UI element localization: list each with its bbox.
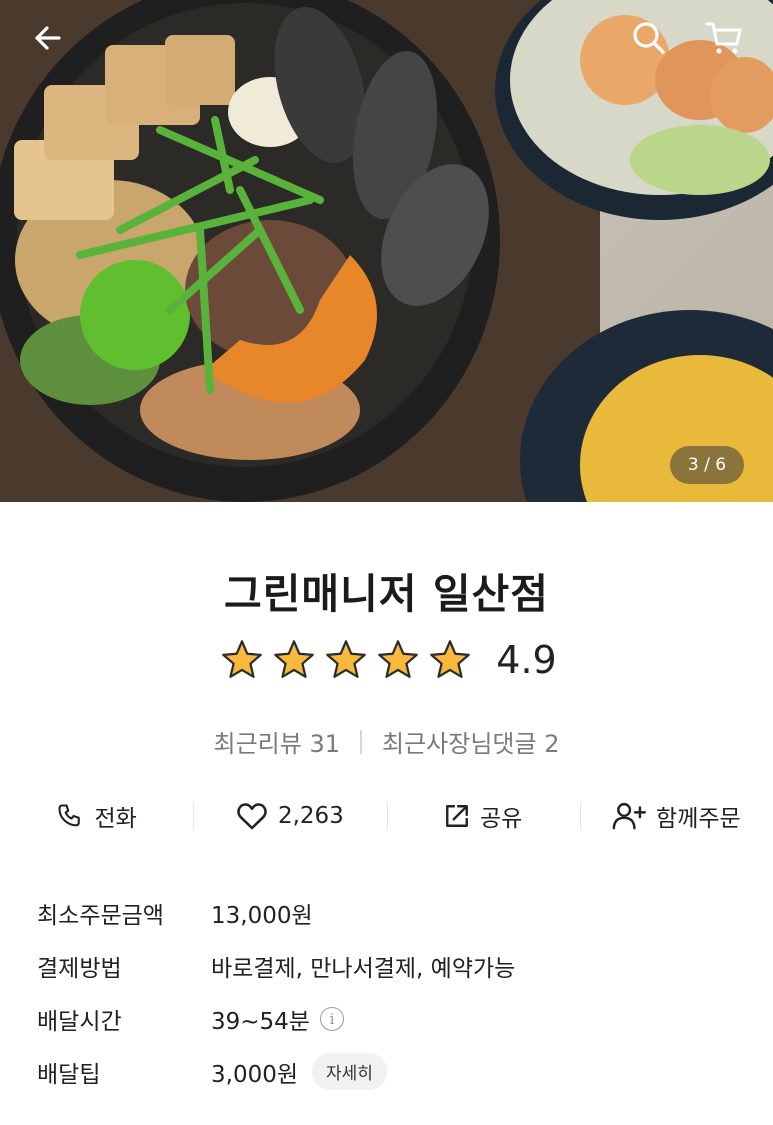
delivery-tip-value: 3,000원	[211, 1061, 299, 1088]
min-order-value: 13,000원	[211, 902, 313, 929]
cart-icon	[705, 22, 742, 54]
delivery-time-row: 배달시간 39~54분 i	[37, 992, 515, 1045]
delivery-tip-label: 배달팁	[37, 1061, 101, 1088]
food-photo	[0, 0, 773, 502]
share-button[interactable]: 공유	[386, 790, 580, 842]
share-icon	[446, 805, 468, 827]
back-arrow-icon	[35, 26, 61, 50]
recent-reviews-link[interactable]: 최근리뷰 31	[214, 724, 341, 759]
review-summary: 최근리뷰 31 최근사장님댓글 2	[0, 724, 773, 759]
payment-value: 바로결제, 만나서결제, 예약가능	[211, 955, 516, 982]
phone-icon	[58, 804, 81, 827]
green-puree	[80, 260, 190, 370]
min-order-row: 최소주문금액 13,000원	[37, 886, 515, 939]
back-button[interactable]	[24, 14, 72, 62]
delivery-tip-value-wrap: 3,000원 자세히	[211, 1053, 387, 1090]
hero-image[interactable]: 3 / 6	[0, 0, 773, 502]
like-button[interactable]: 2,263	[193, 790, 386, 842]
star-icon	[274, 640, 315, 678]
search-icon	[633, 22, 665, 54]
group-order-label: 함께주문	[656, 806, 741, 832]
search-button[interactable]	[625, 14, 673, 62]
info-icon[interactable]: i	[319, 1006, 344, 1031]
share-label: 공유	[479, 806, 523, 832]
cart-button[interactable]	[700, 14, 748, 62]
image-counter: 3 / 6	[670, 446, 744, 484]
min-order-label: 최소주문금액	[37, 902, 164, 929]
heart-icon	[237, 803, 267, 830]
star-icon	[378, 640, 419, 678]
payment-row: 결제방법 바로결제, 만나서결제, 예약가능	[37, 939, 515, 992]
action-bar: 전화 2,263 공유 함께주문	[0, 790, 773, 842]
call-button[interactable]: 전화	[0, 790, 193, 842]
call-label: 전화	[94, 806, 137, 832]
star-icon	[430, 640, 471, 678]
delivery-time-value-wrap: 39~54분 i	[211, 1002, 344, 1036]
delivery-tip-row: 배달팁 3,000원 자세히	[37, 1045, 515, 1098]
delivery-tip-detail-button[interactable]: 자세히	[312, 1053, 387, 1090]
delivery-time-value: 39~54분	[211, 1008, 310, 1035]
divider	[360, 729, 363, 754]
add-user-icon	[612, 802, 647, 830]
group-order-button[interactable]: 함께주문	[579, 790, 773, 842]
star-icon	[326, 640, 367, 678]
rating-value: 4.9	[496, 638, 557, 682]
like-count: 2,263	[277, 803, 344, 829]
owner-comments-link[interactable]: 최근사장님댓글 2	[382, 724, 559, 759]
store-name: 그린매니저 일산점	[223, 570, 550, 618]
payment-label: 결제방법	[37, 955, 122, 982]
star-icon	[222, 640, 263, 678]
delivery-time-label: 배달시간	[37, 1008, 122, 1035]
rating-row: 4.9	[0, 638, 773, 682]
store-info-table: 최소주문금액 13,000원 결제방법 바로결제, 만나서결제, 예약가능 배달…	[37, 886, 515, 1098]
